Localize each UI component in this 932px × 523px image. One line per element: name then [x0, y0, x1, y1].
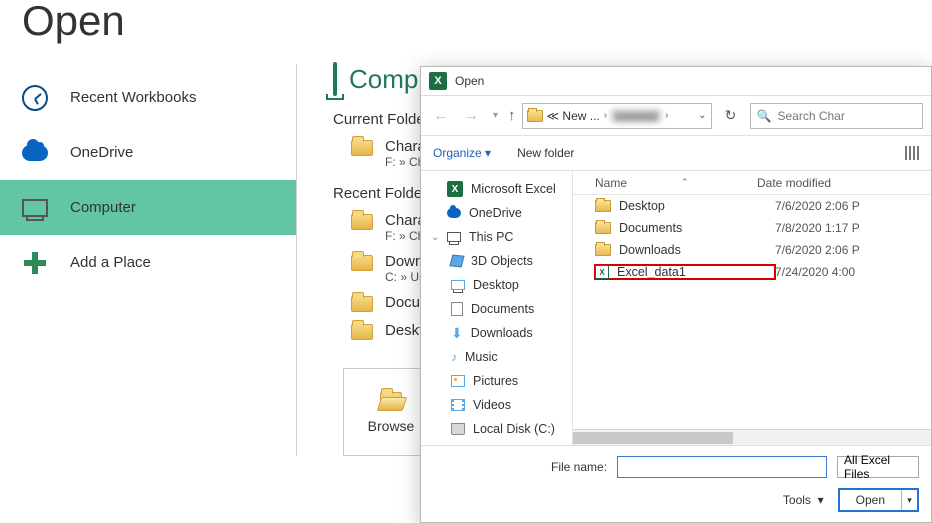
- folder-icon: [351, 140, 373, 156]
- organize-menu[interactable]: Organize ▾: [433, 146, 491, 160]
- excel-icon: X: [429, 72, 447, 90]
- sidebar-item-addplace[interactable]: Add a Place: [0, 235, 296, 290]
- dialog-nav: ← → ▾ ↑ ≪ New ... › xxxxxxx › ⌄ ↻ 🔍 Sear…: [421, 95, 931, 135]
- tree-item[interactable]: Videos: [429, 393, 572, 417]
- plus-icon: [20, 252, 50, 274]
- open-button[interactable]: Open ▾: [838, 488, 919, 512]
- sidebar-item-onedrive[interactable]: OneDrive: [0, 125, 296, 180]
- computer-icon: [20, 199, 50, 217]
- view-options[interactable]: [905, 146, 919, 160]
- list-row[interactable]: XExcel_data17/24/2020 4:00: [573, 261, 931, 283]
- column-name[interactable]: Name: [595, 176, 627, 190]
- sidebar-item-label: OneDrive: [70, 144, 133, 161]
- panel-heading: Comp: [349, 64, 418, 95]
- tree-item[interactable]: XMicrosoft Excel: [429, 177, 572, 201]
- chevron-down-icon[interactable]: ⌄: [698, 110, 706, 121]
- filename-input[interactable]: [617, 456, 827, 478]
- tree-item[interactable]: Documents: [429, 297, 572, 321]
- tree-item[interactable]: ♪Music: [429, 345, 572, 369]
- folder-icon: [527, 110, 543, 122]
- dialog-title: Open: [455, 74, 484, 88]
- list-row[interactable]: Downloads7/6/2020 2:06 P: [573, 239, 931, 261]
- tree-item[interactable]: Pictures: [429, 369, 572, 393]
- open-folder-icon: [380, 392, 402, 408]
- forward-button[interactable]: →: [459, 105, 483, 127]
- tree-item[interactable]: ⌄This PC: [429, 225, 572, 249]
- tools-menu[interactable]: Tools ▾: [783, 493, 824, 507]
- sidebar-item-label: Add a Place: [70, 254, 151, 271]
- filename-label: File name:: [551, 460, 607, 474]
- new-folder-button[interactable]: New folder: [517, 146, 574, 160]
- recent-dropdown[interactable]: ▾: [489, 108, 502, 123]
- cloud-icon: [20, 145, 50, 161]
- folder-tree: XMicrosoft ExcelOneDrive⌄This PC3D Objec…: [421, 171, 573, 445]
- crumb-redacted: xxxxxxx: [611, 109, 661, 123]
- dialog-titlebar[interactable]: X Open: [421, 67, 931, 95]
- tree-item[interactable]: OneDrive: [429, 201, 572, 225]
- address-bar[interactable]: ≪ New ... › xxxxxxx › ⌄: [522, 103, 712, 129]
- tree-item[interactable]: 3D Objects: [429, 249, 572, 273]
- list-row[interactable]: Desktop7/6/2020 2:06 P: [573, 195, 931, 217]
- file-open-dialog: X Open ← → ▾ ↑ ≪ New ... › xxxxxxx › ⌄ ↻…: [420, 66, 932, 523]
- folder-icon: [351, 255, 373, 271]
- page-title: Open: [0, 0, 932, 42]
- list-row[interactable]: Documents7/8/2020 1:17 P: [573, 217, 931, 239]
- places-sidebar: Recent Workbooks OneDrive Computer Add a…: [0, 64, 297, 456]
- sort-indicator: ⌃: [681, 177, 689, 188]
- tree-item[interactable]: Local Disk (C:): [429, 417, 572, 441]
- sidebar-item-label: Computer: [70, 199, 136, 216]
- file-type-filter[interactable]: All Excel Files: [837, 456, 919, 478]
- horizontal-scrollbar[interactable]: [573, 429, 931, 445]
- sidebar-item-recent[interactable]: Recent Workbooks: [0, 70, 296, 125]
- folder-icon: [351, 214, 373, 230]
- browse-label: Browse: [368, 418, 415, 434]
- dialog-toolbar: Organize ▾ New folder: [421, 135, 931, 171]
- folder-icon: [351, 296, 373, 312]
- refresh-button[interactable]: ↻: [718, 103, 744, 129]
- folder-icon: [351, 324, 373, 340]
- sidebar-item-label: Recent Workbooks: [70, 89, 196, 106]
- up-button[interactable]: ↑: [508, 107, 516, 124]
- sidebar-item-computer[interactable]: Computer: [0, 180, 296, 235]
- tree-item[interactable]: ⬇Downloads: [429, 321, 572, 345]
- tree-item[interactable]: Desktop: [429, 273, 572, 297]
- search-icon: 🔍: [757, 109, 772, 123]
- computer-icon: [333, 64, 337, 95]
- open-button-dropdown[interactable]: ▾: [901, 490, 917, 510]
- crumb: ≪ New ...: [547, 109, 600, 123]
- dialog-footer: File name: All Excel Files Tools ▾ Open …: [421, 445, 931, 522]
- file-list: Name ⌃ Date modified Desktop7/6/2020 2:0…: [573, 171, 931, 445]
- search-placeholder: Search Char: [777, 109, 844, 123]
- search-input[interactable]: 🔍 Search Char: [750, 103, 923, 129]
- column-date[interactable]: Date modified: [753, 176, 931, 190]
- clock-icon: [20, 85, 50, 111]
- back-button[interactable]: ←: [429, 105, 453, 127]
